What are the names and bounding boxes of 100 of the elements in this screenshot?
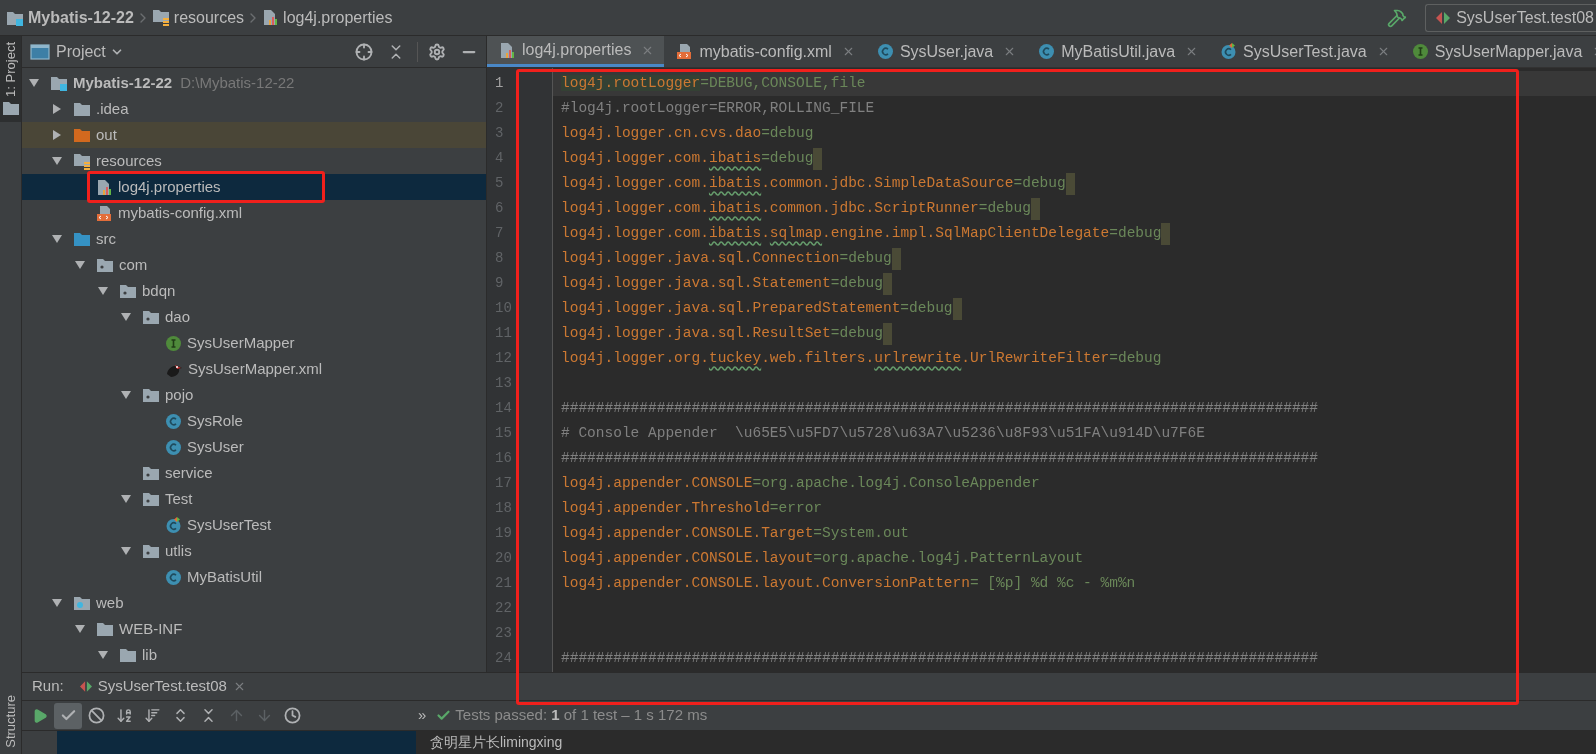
code-line: log4j.logger.java.sql.Connection=debug — [561, 248, 892, 268]
breadcrumb-item[interactable]: Mybatis-12-22 — [6, 5, 134, 30]
locate-icon[interactable] — [355, 42, 373, 61]
tree-row[interactable]: dao — [22, 304, 486, 330]
code-line: log4j.logger.cn.cvs.dao=debug — [561, 123, 814, 143]
tree-item-label: mybatis-config.xml — [118, 202, 243, 223]
tree-row[interactable]: .idea — [22, 96, 486, 122]
code-line: log4j.appender.CONSOLE.layout=org.apache.log4j.PatternLayout — [561, 548, 1084, 568]
tree-item-label: SysRole — [187, 410, 243, 431]
folder-icon — [1, 100, 20, 116]
tree-item-label: lib — [142, 644, 157, 665]
tree-item-label: web — [96, 592, 124, 613]
expanded-arrow-icon[interactable] — [29, 79, 39, 87]
tree-row[interactable]: utlis — [22, 538, 486, 564]
tree-row[interactable]: com — [22, 252, 486, 278]
code-line: ####################################################################################### — [561, 648, 1319, 668]
tree-item-label: pojo — [165, 384, 194, 405]
expanded-arrow-icon[interactable] — [52, 157, 62, 165]
run-configuration-dropdown[interactable]: SysUserTest.test08 — [1425, 3, 1596, 32]
code-line: ####################################################################################### — [561, 448, 1319, 468]
expanded-arrow-icon[interactable] — [98, 287, 108, 295]
tree-item-label: dao — [165, 306, 191, 327]
code-line: log4j.rootLogger=DEBUG,CONSOLE,file — [561, 73, 866, 93]
tree-row[interactable]: WEB-INF — [22, 616, 486, 642]
project-path: D:\Mybatis-12-22 — [180, 72, 295, 93]
tree-row[interactable]: bdqn — [22, 278, 486, 304]
tree-item-label: SysUserMapper — [187, 332, 295, 353]
code-line: log4j.logger.com.ibatis.common.jdbc.SimpleDataSource=debug — [561, 173, 1066, 193]
code-line: # Console Appender \u65E5\u5FD7\u5728\u63A7\u5236\u8F93\u51FA\u914D\u7F6E — [561, 423, 1205, 443]
tree-item-label: WEB-INF — [119, 618, 183, 639]
expanded-arrow-icon[interactable] — [52, 235, 62, 243]
collapsed-arrow-icon[interactable] — [53, 104, 61, 114]
more-button[interactable]: » — [418, 704, 427, 727]
tree-item-label: resources — [96, 150, 162, 171]
run-label: Run: — [32, 676, 64, 697]
code-line: log4j.logger.java.sql.PreparedStatement=debug — [561, 298, 953, 318]
tree-row[interactable]: log4j.properties — [22, 174, 486, 200]
tree-row[interactable]: out — [22, 122, 486, 148]
tree-row[interactable]: SysUser — [22, 434, 486, 460]
tree-row[interactable]: src — [22, 226, 486, 252]
test-run-icon — [1436, 11, 1451, 24]
build-icon[interactable] — [1387, 7, 1408, 28]
tree-item-label: service — [165, 462, 213, 483]
console-output: 贪明星片长limingxing — [430, 734, 564, 751]
expanded-arrow-icon[interactable] — [98, 651, 108, 659]
editor-tab[interactable]: SysUserMapper.java — [1399, 36, 1596, 67]
tree-row[interactable]: SysRole — [22, 408, 486, 434]
editor-tab[interactable]: MyBatisUtil.java — [1026, 36, 1209, 67]
expanded-arrow-icon[interactable] — [75, 261, 85, 269]
tree-item-label: MyBatisUtil — [187, 566, 262, 587]
code-line: log4j.logger.com.ibatis.common.jdbc.ScriptRunner=debug — [561, 198, 1031, 218]
editor-tab[interactable]: SysUserTest.java — [1208, 36, 1400, 67]
code-line: log4j.logger.java.sql.Statement=debug — [561, 273, 883, 293]
tree-row[interactable]: service — [22, 460, 486, 486]
collapsed-arrow-icon[interactable] — [53, 130, 61, 140]
tree-row[interactable]: web — [22, 590, 486, 616]
editor-tab[interactable]: SysUser.java — [864, 36, 1027, 67]
editor-tab[interactable]: mybatis-config.xml — [664, 36, 865, 67]
tree-item-label: log4j.properties — [118, 176, 221, 197]
tree-row[interactable]: SysUserMapper — [22, 330, 486, 356]
tree-item-label: com — [119, 254, 148, 275]
tree-row[interactable]: pojo — [22, 382, 486, 408]
expanded-arrow-icon[interactable] — [121, 547, 131, 555]
breadcrumb-item[interactable]: resources — [151, 5, 245, 30]
tree-row[interactable]: SysUserTest — [22, 512, 486, 538]
tree-row[interactable]: MyBatisUtil — [22, 564, 486, 590]
tree-row[interactable]: resources — [22, 148, 486, 174]
editor-tab[interactable]: log4j.properties — [487, 36, 665, 67]
code-line: log4j.logger.com.ibatis.sqlmap.engine.impl.SqlMapClientDelegate=debug — [561, 223, 1162, 243]
tree-row[interactable]: SysUserMapper.xml — [22, 356, 486, 382]
tree-item-label: SysUserTest — [187, 514, 272, 535]
code-line: log4j.appender.CONSOLE.layout.ConversionPattern= [%p] %d %c - %m%n — [561, 573, 1136, 593]
tree-item-label: Mybatis-12-22 — [73, 72, 173, 93]
code-line: log4j.appender.Threshold=error — [561, 498, 823, 518]
project-tool-tab[interactable]: 1: Project — [0, 36, 21, 122]
code-line: log4j.appender.CONSOLE.Target=System.out — [561, 523, 910, 543]
tree-item-label: SysUser — [187, 436, 244, 457]
expanded-arrow-icon[interactable] — [52, 599, 62, 607]
breadcrumb-item[interactable]: log4j.properties — [262, 5, 393, 30]
code-line: ####################################################################################### — [561, 398, 1319, 418]
tree-row[interactable]: lib — [22, 642, 486, 668]
tree-row[interactable]: mybatis-config.xml — [22, 200, 486, 226]
tree-item-label: SysUserMapper.xml — [188, 358, 323, 379]
show-passed-icon[interactable] — [54, 702, 82, 729]
run-tab[interactable]: SysUserTest.test08 — [73, 673, 252, 700]
tree-item-label: out — [96, 124, 117, 145]
tree-row[interactable]: Test — [22, 486, 486, 512]
project-view-dropdown[interactable]: Project — [56, 39, 124, 64]
test-run-icon — [79, 681, 92, 692]
expanded-arrow-icon[interactable] — [121, 391, 131, 399]
code-line: log4j.logger.java.sql.ResultSet=debug — [561, 323, 883, 343]
code-line: log4j.logger.com.ibatis=debug — [561, 148, 814, 168]
tree-item-label: Test — [165, 488, 193, 509]
structure-tool-tab[interactable]: Structure — [0, 689, 21, 754]
expanded-arrow-icon[interactable] — [75, 625, 85, 633]
tree-row[interactable]: Mybatis-12-22 D:\Mybatis-12-22 — [22, 70, 486, 96]
expanded-arrow-icon[interactable] — [121, 495, 131, 503]
settings-icon[interactable] — [428, 42, 446, 61]
expanded-arrow-icon[interactable] — [121, 313, 131, 321]
tree-item-label: bdqn — [142, 280, 176, 301]
